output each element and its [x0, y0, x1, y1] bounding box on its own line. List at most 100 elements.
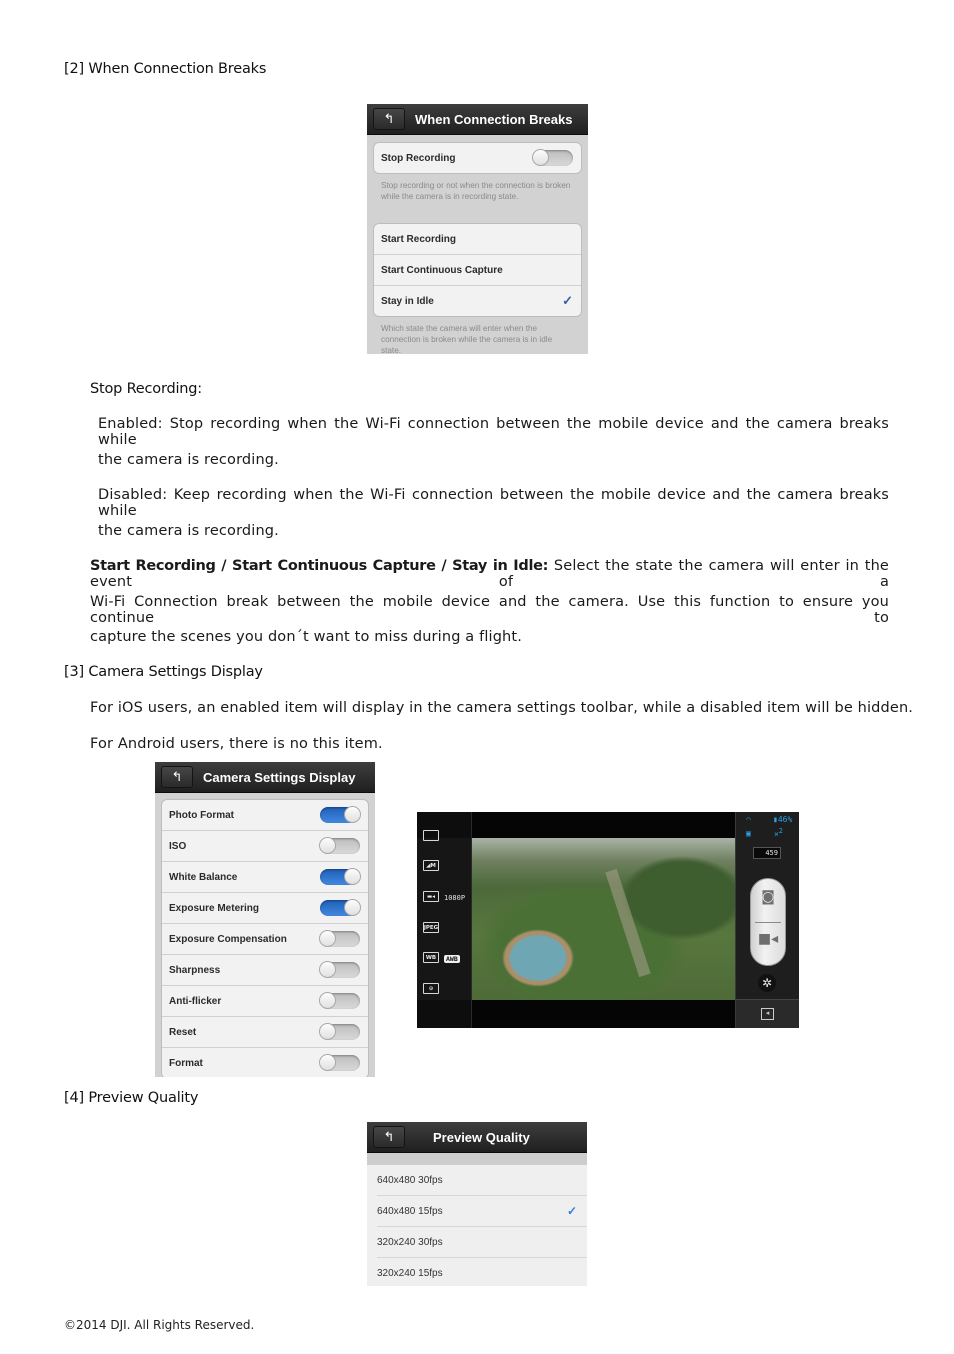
option-start-continuous-capture[interactable]: Start Continuous Capture	[374, 254, 581, 285]
states-description-line3: capture the scenes you don´t want to mis…	[90, 629, 522, 645]
states-description-line1: Start Recording / Start Continuous Captu…	[90, 558, 889, 590]
states-heading: Start Recording / Start Continuous Captu…	[90, 558, 549, 574]
enabled-description-line1: Enabled: Stop recording when the Wi-Fi c…	[98, 416, 889, 448]
battery-percent: 46%	[777, 815, 793, 824]
capture-mode-switch[interactable]: ◙ ■◂	[750, 878, 786, 966]
option-label: 320x240 15fps	[377, 1267, 443, 1279]
camera-setting-toggle[interactable]	[320, 806, 361, 823]
nav-bar: ↰ Camera Settings Display	[155, 762, 375, 793]
nav-title: Camera Settings Display	[203, 769, 356, 785]
nav-title: When Connection Breaks	[415, 111, 573, 127]
camera-setting-row: Format	[162, 1047, 368, 1077]
enabled-description-line2: the camera is recording.	[98, 452, 279, 468]
nav-title: Preview Quality	[433, 1129, 530, 1145]
shots-remaining: 459	[753, 847, 781, 859]
video-resolution-label: 1080P	[444, 894, 466, 902]
section-heading-camera-settings-display: [3] Camera Settings Display	[64, 664, 263, 680]
when-connection-breaks-screenshot: ↰ When Connection Breaks Stop Recording …	[367, 104, 588, 354]
preview-quality-option[interactable]: 320x240 15fps	[377, 1257, 587, 1286]
camera-setting-label: Photo Format	[169, 809, 234, 821]
disabled-description-line1: Disabled: Keep recording when the Wi-Fi …	[98, 487, 889, 519]
camera-setting-row: ISO	[162, 830, 368, 861]
toggle-knob	[319, 961, 336, 978]
video-camera-icon[interactable]: ■◂	[751, 931, 785, 947]
back-arrow-icon: ↰	[383, 111, 395, 126]
stop-recording-row: Stop Recording	[374, 143, 581, 173]
toggle-knob	[319, 1054, 336, 1071]
photo-format-icon[interactable]: JPEG	[423, 922, 439, 933]
disabled-description-line2: the camera is recording.	[98, 523, 279, 539]
camera-control-panel: ◠ ▮46% ▣ ✕2 459 ◙ ■◂ ✲ ◂	[735, 812, 799, 1028]
camera-setting-toggle[interactable]	[319, 930, 360, 947]
option-label: 640x480 15fps	[377, 1205, 443, 1217]
camera-setting-toggle[interactable]	[320, 868, 361, 885]
preview-quality-option[interactable]: 640x480 30fps	[377, 1165, 587, 1195]
camera-setting-toggle[interactable]	[319, 961, 360, 978]
photo-size-icon[interactable]: ◢M	[423, 860, 439, 871]
camera-setting-row: Anti-flicker	[162, 985, 368, 1016]
camera-setting-label: Anti-flicker	[169, 995, 222, 1007]
camera-setting-row: Sharpness	[162, 954, 368, 985]
state-options-note: Which state the camera will enter when t…	[381, 324, 553, 354]
camera-settings-ios-text: For iOS users, an enabled item will disp…	[90, 700, 914, 716]
back-arrow-icon: ↰	[171, 769, 183, 784]
option-label: Start Recording	[381, 233, 457, 245]
preview-quality-option[interactable]: 640x480 15fps ✓	[377, 1195, 587, 1226]
checkmark-icon: ✓	[562, 293, 573, 308]
wifi-icon: ◠	[746, 815, 751, 824]
nav-bar: ↰ When Connection Breaks	[367, 104, 588, 135]
toggle-knob	[319, 837, 336, 854]
white-balance-label: AWB	[444, 955, 460, 963]
exposure-icon[interactable]: ⊙	[423, 983, 439, 994]
camera-setting-label: Exposure Compensation	[169, 933, 287, 945]
camera-setting-row: Photo Format	[162, 800, 368, 830]
gear-icon[interactable]: ✲	[758, 974, 776, 992]
preview-quality-screenshot: ↰ Preview Quality 640x480 30fps 640x480 1…	[367, 1122, 587, 1286]
stop-recording-label: Stop Recording	[381, 152, 456, 164]
camera-setting-row: White Balance	[162, 861, 368, 892]
back-button[interactable]: ↰	[161, 766, 193, 788]
camera-setting-label: Format	[169, 1057, 203, 1069]
stop-recording-toggle[interactable]	[532, 149, 573, 166]
exit-icon[interactable]: ◂	[761, 1008, 774, 1020]
camera-setting-row: Exposure Metering	[162, 892, 368, 923]
states-description-line2: Wi-Fi Connection break between the mobil…	[90, 594, 889, 626]
camera-settings-display-screenshot: ↰ Camera Settings Display Photo Format IS…	[155, 762, 375, 1077]
aspect-ratio-icon[interactable]	[423, 830, 439, 841]
option-label: 320x240 30fps	[377, 1236, 443, 1248]
camera-setting-toggle[interactable]	[320, 899, 361, 916]
camera-setting-row: Reset	[162, 1016, 368, 1047]
camera-setting-row: Exposure Compensation	[162, 923, 368, 954]
option-start-recording[interactable]: Start Recording	[374, 224, 581, 254]
gps-satellite: ✕2	[774, 827, 783, 839]
video-resolution-icon[interactable]: ▬◂	[423, 891, 439, 902]
section-heading-when-connection-breaks: [2] When Connection Breaks	[64, 61, 267, 77]
option-stay-in-idle[interactable]: Stay in Idle ✓	[374, 285, 581, 316]
toggle-knob	[344, 806, 361, 823]
camera-icon[interactable]: ◙	[751, 889, 785, 905]
camera-setting-toggle[interactable]	[319, 1023, 360, 1040]
section-heading-preview-quality: [4] Preview Quality	[64, 1090, 199, 1106]
preview-quality-list: 640x480 30fps 640x480 15fps ✓ 320x240 30fps…	[367, 1165, 587, 1286]
camera-setting-label: White Balance	[169, 871, 238, 883]
camera-settings-list: Photo Format ISO White Balance Exposure Met…	[161, 799, 369, 1077]
back-button[interactable]: ↰	[373, 108, 405, 130]
camera-setting-toggle[interactable]	[319, 837, 360, 854]
camera-setting-label: Exposure Metering	[169, 902, 260, 914]
toggle-knob	[319, 1023, 336, 1040]
back-button[interactable]: ↰	[373, 1126, 405, 1148]
remote-icon: ▣	[746, 829, 751, 838]
option-label: Start Continuous Capture	[381, 264, 503, 276]
preview-quality-option[interactable]: 320x240 30fps	[377, 1226, 587, 1257]
copyright-footer: ©2014 DJI. All Rights Reserved.	[64, 1318, 255, 1332]
camera-setting-toggle[interactable]	[319, 1054, 360, 1071]
white-balance-icon[interactable]: WB	[423, 952, 439, 963]
state-options-group: Start Recording Start Continuous Capture…	[373, 223, 582, 317]
camera-settings-android-text: For Android users, there is no this item…	[90, 736, 383, 752]
battery-level: ▮46%	[773, 815, 792, 824]
camera-live-view-screenshot: ◢M ▬◂ 1080P JPEG WB AWB ⊙ ◠ ▮46% ▣ ✕2 45…	[417, 812, 799, 1028]
nav-bar: ↰ Preview Quality	[367, 1122, 587, 1153]
checkmark-icon: ✓	[566, 1204, 577, 1218]
stop-recording-group: Stop Recording	[373, 142, 582, 174]
camera-setting-toggle[interactable]	[319, 992, 360, 1009]
